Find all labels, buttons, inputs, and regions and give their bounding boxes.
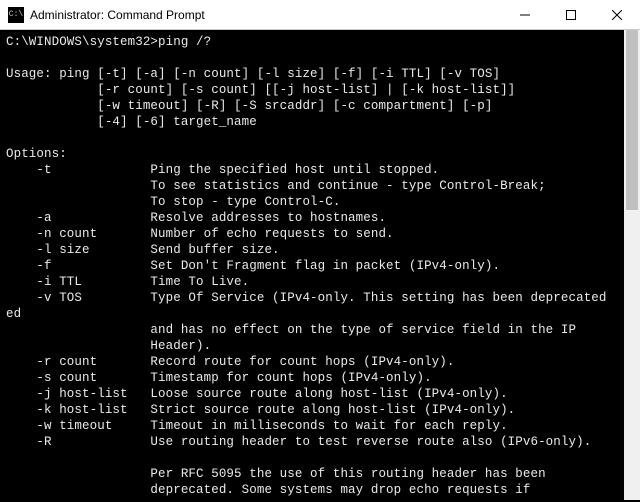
vertical-scrollbar[interactable] — [624, 30, 640, 500]
window-title: Administrator: Command Prompt — [30, 8, 502, 22]
scrollbar-thumb[interactable] — [626, 30, 638, 210]
window-controls — [502, 0, 640, 29]
terminal-output[interactable]: C:\WINDOWS\system32>ping /? Usage: ping … — [0, 30, 640, 502]
close-button[interactable] — [594, 0, 640, 29]
minimize-button[interactable] — [502, 0, 548, 29]
maximize-button[interactable] — [548, 0, 594, 29]
window-titlebar: C:\ Administrator: Command Prompt — [0, 0, 640, 30]
app-icon: C:\ — [8, 7, 24, 23]
